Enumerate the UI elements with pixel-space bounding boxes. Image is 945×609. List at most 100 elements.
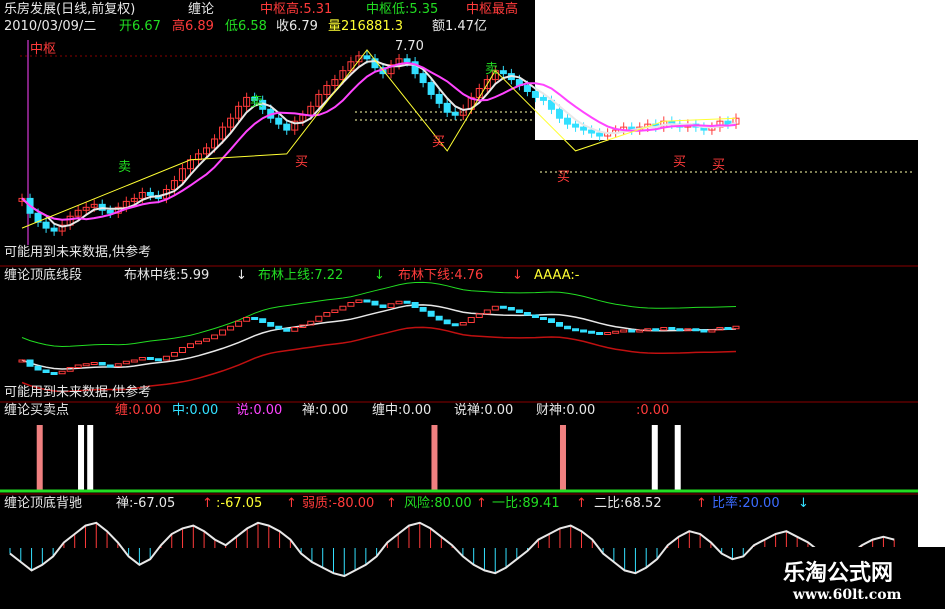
zhongshu-tag: 中枢	[30, 42, 57, 57]
high-label: 高6.89	[172, 19, 214, 34]
shuochan-label: 说禅:0.00	[454, 403, 514, 418]
buy-mark-2: 买	[432, 135, 446, 150]
boll-candle	[34, 365, 42, 371]
boll-candle	[363, 299, 371, 303]
last-value-label: :0.00	[636, 403, 670, 418]
candle-body	[588, 129, 596, 134]
zg-low-label: 中枢低:5.35	[366, 2, 439, 17]
signal-bar	[651, 425, 658, 491]
buy-mark-5: 买	[712, 158, 726, 173]
open-label: 开6.67	[119, 19, 161, 34]
buy-mark-4: 买	[673, 155, 687, 170]
stock-title: 乐房发展(日线,前复权)	[4, 2, 136, 17]
value2-label: :-67.05	[216, 496, 263, 511]
candle-body	[363, 55, 371, 60]
caishen-label: 财神:0.00	[536, 403, 596, 418]
risk-label: 风险:80.00	[404, 496, 472, 511]
candle-body	[572, 123, 580, 128]
zhong-label: 中:0.00	[172, 403, 219, 418]
boll-candle	[572, 328, 580, 332]
boll-candle	[523, 312, 531, 316]
candle-body	[555, 108, 564, 119]
boll-candle	[539, 317, 547, 320]
signal-bar	[431, 425, 438, 491]
panel2-bg	[0, 266, 918, 404]
boll-candle	[547, 318, 555, 323]
ratio-label: 比率:20.00	[712, 496, 780, 511]
candle-body	[564, 117, 572, 125]
weak-label: 弱质:-80.00	[302, 496, 375, 511]
boll-candle	[98, 362, 106, 366]
boll-candle	[403, 300, 411, 304]
boll-candle	[507, 307, 515, 311]
arrow-down-icon: ↓	[236, 268, 247, 283]
boll-candle	[106, 364, 114, 368]
boll-candle	[676, 328, 684, 332]
arrow-up-icon: ↑	[286, 496, 297, 511]
candle-body	[724, 120, 732, 125]
boll-candle	[531, 314, 539, 318]
candle-body	[499, 70, 507, 75]
boll-candle	[26, 359, 34, 367]
candle-body	[531, 90, 539, 98]
boll-candle	[724, 327, 732, 330]
panel2-footer: 可能用到未来数据,供参考	[4, 385, 152, 400]
boll-candle	[692, 328, 700, 332]
boll-candle	[515, 309, 523, 313]
candle-body	[580, 126, 588, 131]
boll-candle	[652, 328, 660, 332]
chan-label: 缠:0.00	[115, 403, 162, 418]
boll-candle	[419, 307, 427, 312]
indicator-name: 缠论	[188, 2, 215, 17]
yibi-label: 一比:89.41	[492, 496, 560, 511]
kline-chart[interactable]	[0, 0, 945, 609]
watermark-name: 乐淘公式网	[783, 560, 894, 586]
boll-candle	[42, 369, 50, 373]
candle-body	[146, 191, 154, 196]
boll-candle	[371, 300, 379, 306]
boll-candle	[50, 372, 58, 375]
boll-candle	[628, 329, 636, 333]
boll-candle	[555, 322, 564, 327]
shuo-label: 说:0.00	[236, 403, 283, 418]
boll-upper-label: 布林上线:7.22	[258, 268, 344, 283]
boll-candle	[668, 327, 676, 330]
boll-candle	[146, 357, 154, 360]
low-label: 低6.58	[225, 19, 267, 34]
boll-candle	[267, 322, 275, 327]
peak-price: 7.70	[395, 39, 424, 54]
arrow-up-icon: ↑	[696, 496, 707, 511]
signal-bar	[674, 425, 681, 491]
signal-bar	[87, 425, 94, 491]
boll-candle	[564, 325, 572, 330]
volume-label: 量216881.3	[328, 19, 404, 34]
close-label: 收6.79	[276, 19, 318, 34]
zg-extra-label: 中枢最高	[466, 2, 519, 17]
candle-body	[419, 73, 427, 84]
boll-candle	[443, 319, 451, 325]
candle-body	[275, 117, 283, 125]
boll-candle	[499, 305, 507, 309]
aaaa-label: AAAA:-	[534, 268, 580, 283]
panel4-title: 缠论顶底背驰	[4, 496, 83, 511]
candle-body	[283, 123, 291, 131]
panel3-title: 缠论买卖点	[4, 403, 70, 418]
arrow-up-icon: ↑	[576, 496, 587, 511]
boll-candle	[283, 328, 291, 332]
candle-body	[443, 102, 451, 113]
boll-candle	[259, 318, 267, 323]
boll-mid-label: 布林中线:5.99	[124, 268, 210, 283]
chan2-label: 禅:0.00	[302, 403, 349, 418]
sell-mark-2: 卖	[485, 62, 499, 77]
date-label: 2010/03/09/二	[4, 19, 97, 34]
arrow-down-icon: ↓	[512, 268, 523, 283]
boll-candle	[588, 330, 596, 334]
sell-mark-3: 卖	[118, 160, 132, 175]
watermark-url: www.60lt.com	[793, 587, 902, 603]
zg-high-label: 中枢高:5.31	[260, 2, 333, 17]
boll-candle	[275, 325, 283, 330]
signal-bar	[78, 425, 85, 491]
candle-body	[523, 85, 531, 92]
candle-body	[427, 82, 435, 95]
candle-body	[42, 221, 50, 229]
